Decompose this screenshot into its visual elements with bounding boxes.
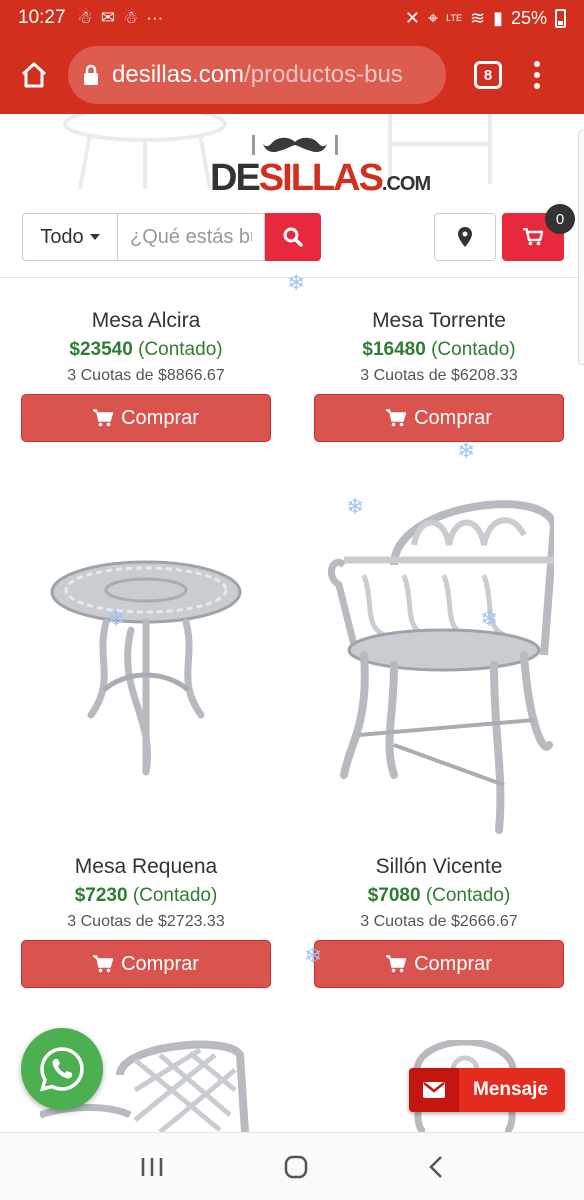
snowflake-icon: ❄	[480, 606, 499, 631]
category-selected: Todo	[40, 225, 84, 248]
caret-down-icon	[89, 234, 100, 240]
cart-icon	[386, 409, 407, 427]
product-card: Mesa Torrente $16480 (Contado) 3 Cuotas …	[314, 306, 564, 442]
snowflake-icon: ❄	[457, 438, 476, 463]
message-button[interactable]: Mensaje	[409, 1068, 565, 1112]
tab-switcher-button[interactable]: 8	[474, 61, 502, 89]
notification-icons: ☃ ✉ ☃ ···	[78, 8, 164, 28]
buy-button[interactable]: Comprar	[314, 394, 564, 442]
recent-apps-button[interactable]	[140, 1156, 164, 1178]
product-price: $7230 (Contado)	[74, 885, 218, 906]
cart-icon	[93, 409, 114, 427]
product-card: Mesa Alcira $23540 (Contado) 3 Cuotas de…	[21, 306, 271, 442]
product-installments: 3 Cuotas de $2723.33	[67, 913, 225, 930]
background-decoration	[63, 114, 227, 190]
category-select[interactable]: Todo	[22, 213, 118, 261]
product-card: Mesa Requena $7230 (Contado) 3 Cuotas de…	[21, 852, 271, 988]
whatsapp-icon	[40, 1047, 84, 1092]
status-bar: 10:27 ☃ ✉ ☃ ··· ✕ ⌖ LTE ≋ ▮ 25%	[0, 0, 584, 36]
lock-icon	[82, 64, 100, 86]
more-icon: ···	[146, 8, 164, 27]
back-button[interactable]	[428, 1155, 444, 1179]
cart-icon	[523, 228, 543, 246]
battery-percent: 25%	[510, 7, 547, 28]
url-host: desillas.com	[112, 61, 245, 88]
search-icon	[283, 227, 303, 247]
notification-icon: ☃	[123, 8, 139, 27]
site-logo[interactable]: DESILLAS.COM	[210, 132, 431, 204]
network-label: LTE	[446, 12, 462, 23]
armchair-image	[327, 500, 554, 834]
site-header: DESILLAS.COM Todo 0	[0, 114, 584, 278]
status-time: 10:27	[18, 7, 66, 28]
whatsapp-button[interactable]	[21, 1028, 103, 1110]
signal-icon: ▮	[493, 7, 503, 28]
page-scrollbar[interactable]	[578, 130, 584, 365]
buy-button[interactable]: Comprar	[21, 940, 271, 988]
home-nav-button[interactable]	[284, 1155, 308, 1179]
product-installments: 3 Cuotas de $8866.67	[67, 367, 225, 384]
product-name[interactable]: Mesa Requena	[21, 852, 271, 882]
wifi-icon: ≋	[469, 7, 486, 28]
round-table-image	[50, 560, 242, 776]
snowflake-icon: ❄	[304, 943, 323, 968]
system-navigation-bar	[0, 1132, 584, 1200]
logo-text-com: .COM	[381, 173, 431, 195]
product-price: $7080 (Contado)	[367, 885, 511, 906]
search-input[interactable]	[118, 213, 265, 261]
buy-button[interactable]: Comprar	[314, 940, 564, 988]
cart-count-badge: 0	[545, 204, 575, 234]
product-price: $23540 (Contado)	[69, 339, 223, 360]
product-card	[314, 480, 564, 840]
mail-icon: ✉	[100, 8, 116, 27]
browser-toolbar: desillas.com/productos-bus 8	[0, 36, 584, 114]
url-bar[interactable]: desillas.com/productos-bus	[68, 46, 446, 104]
mustache-icon	[263, 137, 327, 153]
location-icon: ⌖	[427, 7, 439, 28]
map-marker-icon	[458, 227, 472, 247]
more-vert-icon	[534, 61, 540, 67]
product-image[interactable]	[314, 480, 564, 840]
buy-button[interactable]: Comprar	[21, 394, 271, 442]
snowflake-icon: ❄	[107, 606, 126, 631]
logo-text-de: DE	[210, 157, 261, 199]
product-card: Sillón Vicente $7080 (Contado) 3 Cuotas …	[314, 852, 564, 988]
store-location-button[interactable]	[434, 213, 496, 261]
cart-icon	[93, 955, 114, 973]
home-icon	[21, 62, 47, 88]
product-name[interactable]: Mesa Alcira	[21, 306, 271, 336]
snowflake-icon: ❄	[287, 270, 306, 295]
search-bar: Todo	[22, 213, 321, 261]
snowflake-icon: ❄	[346, 494, 365, 519]
product-price: $16480 (Contado)	[362, 339, 516, 360]
cart-icon	[386, 955, 407, 973]
product-name[interactable]: Mesa Torrente	[314, 306, 564, 336]
search-button[interactable]	[265, 213, 321, 261]
product-installments: 3 Cuotas de $2666.67	[360, 913, 518, 930]
browser-menu-button[interactable]	[534, 61, 540, 89]
message-label: Mensaje	[473, 1079, 548, 1100]
product-name[interactable]: Sillón Vicente	[314, 852, 564, 882]
mute-icon: ✕	[404, 7, 420, 28]
product-installments: 3 Cuotas de $6208.33	[360, 367, 518, 384]
product-card	[21, 480, 271, 840]
battery-icon	[555, 8, 566, 28]
product-image[interactable]	[21, 480, 271, 840]
envelope-icon	[409, 1068, 459, 1112]
status-right: ✕ ⌖ LTE ≋ ▮ 25%	[405, 8, 566, 29]
logo-text-sillas: SILLAS	[258, 157, 384, 199]
notification-icon: ☃	[77, 8, 93, 27]
home-button[interactable]	[14, 55, 54, 95]
url-path: /productos-bus	[244, 61, 403, 88]
